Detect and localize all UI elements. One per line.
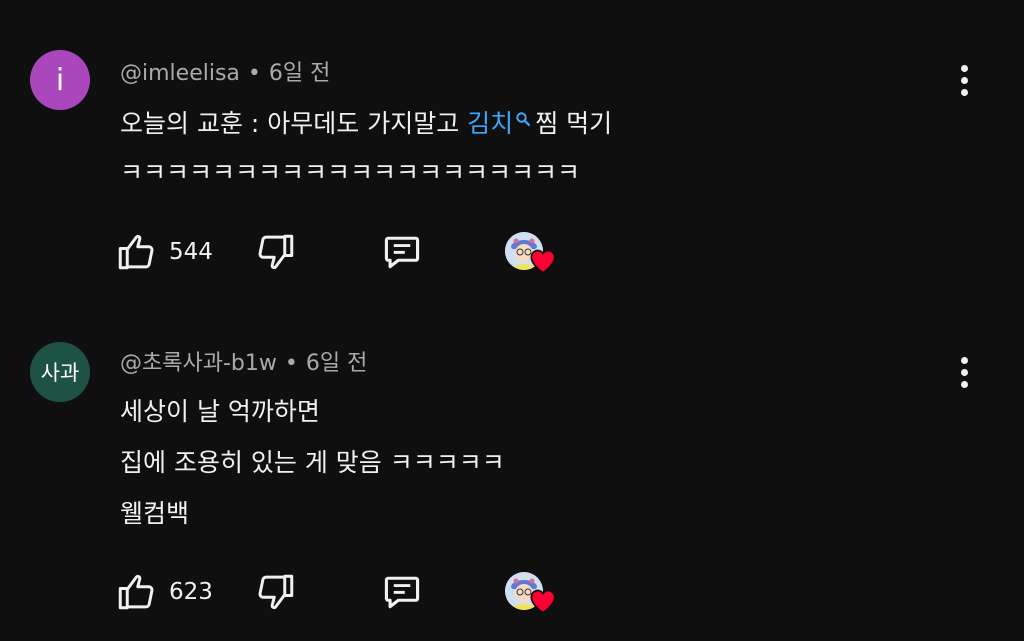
comment-thread: 사과 @초록사과-b1w • 6일 전 세상이 날 억까하면 집에 조용히 있는 게… — [0, 320, 1024, 641]
like-button[interactable]: 544 — [115, 228, 213, 276]
creator-heart[interactable] — [503, 568, 556, 616]
thumb-up-icon — [118, 234, 154, 270]
separator-dot: • — [247, 61, 261, 86]
more-vertical-icon[interactable] — [944, 352, 984, 392]
dislike-button[interactable] — [255, 228, 297, 276]
comment-text: 오늘의 교훈 : 아무데도 가지말고 — [120, 109, 468, 138]
reply-button[interactable] — [380, 568, 424, 616]
like-count: 623 — [169, 579, 213, 605]
like-button[interactable]: 623 — [115, 568, 213, 616]
search-icon[interactable] — [515, 104, 531, 133]
comment-time[interactable]: 6일 전 — [269, 61, 330, 86]
creator-heart-icon — [530, 589, 556, 614]
creator-heart[interactable] — [503, 228, 556, 276]
avatar-letter: 사과 — [40, 361, 80, 385]
comment-actions: 544 — [115, 228, 575, 276]
search-link[interactable]: 김치 — [467, 109, 513, 138]
author-name[interactable]: @imleelisa — [120, 61, 240, 86]
comment-text-line: 세상이 날 억까하면 — [120, 397, 320, 426]
creator-heart-icon — [530, 249, 556, 274]
comment-time[interactable]: 6일 전 — [306, 351, 367, 376]
comment-meta: @imleelisa • 6일 전 — [120, 55, 330, 87]
reply-comment-icon — [384, 576, 420, 609]
separator-dot: • — [284, 351, 298, 376]
avatar-letter: i — [55, 62, 65, 98]
thumb-up-icon — [118, 574, 154, 610]
comment-actions: 623 — [115, 568, 575, 616]
avatar[interactable]: i — [30, 50, 90, 110]
thumb-down-icon — [258, 234, 294, 270]
dislike-button[interactable] — [255, 568, 297, 616]
thumb-down-icon — [258, 574, 294, 610]
comment-text: 찜 먹기 — [535, 109, 613, 138]
reply-comment-icon — [384, 236, 420, 269]
comment-thread: i @imleelisa • 6일 전 오늘의 교훈 : 아무데도 가지말고 김치 찜… — [0, 0, 1024, 320]
comment-text-line: ㅋㅋㅋㅋㅋㅋㅋㅋㅋㅋㅋㅋㅋㅋㅋㅋㅋㅋㅋㅋ — [120, 158, 581, 187]
author-name[interactable]: @초록사과-b1w — [120, 351, 277, 376]
reply-button[interactable] — [380, 228, 424, 276]
more-vertical-icon[interactable] — [944, 60, 984, 100]
comment-text-line: 오늘의 교훈 : 아무데도 가지말고 김치 찜 먹기 — [120, 104, 612, 140]
comment-text-line: 웰컴백 — [120, 499, 190, 528]
comment-text-line: 집에 조용히 있는 게 맞음 ㅋㅋㅋㅋㅋ — [120, 448, 505, 477]
comment-meta: @초록사과-b1w • 6일 전 — [120, 345, 367, 377]
like-count: 544 — [169, 239, 213, 265]
avatar[interactable]: 사과 — [30, 342, 90, 402]
